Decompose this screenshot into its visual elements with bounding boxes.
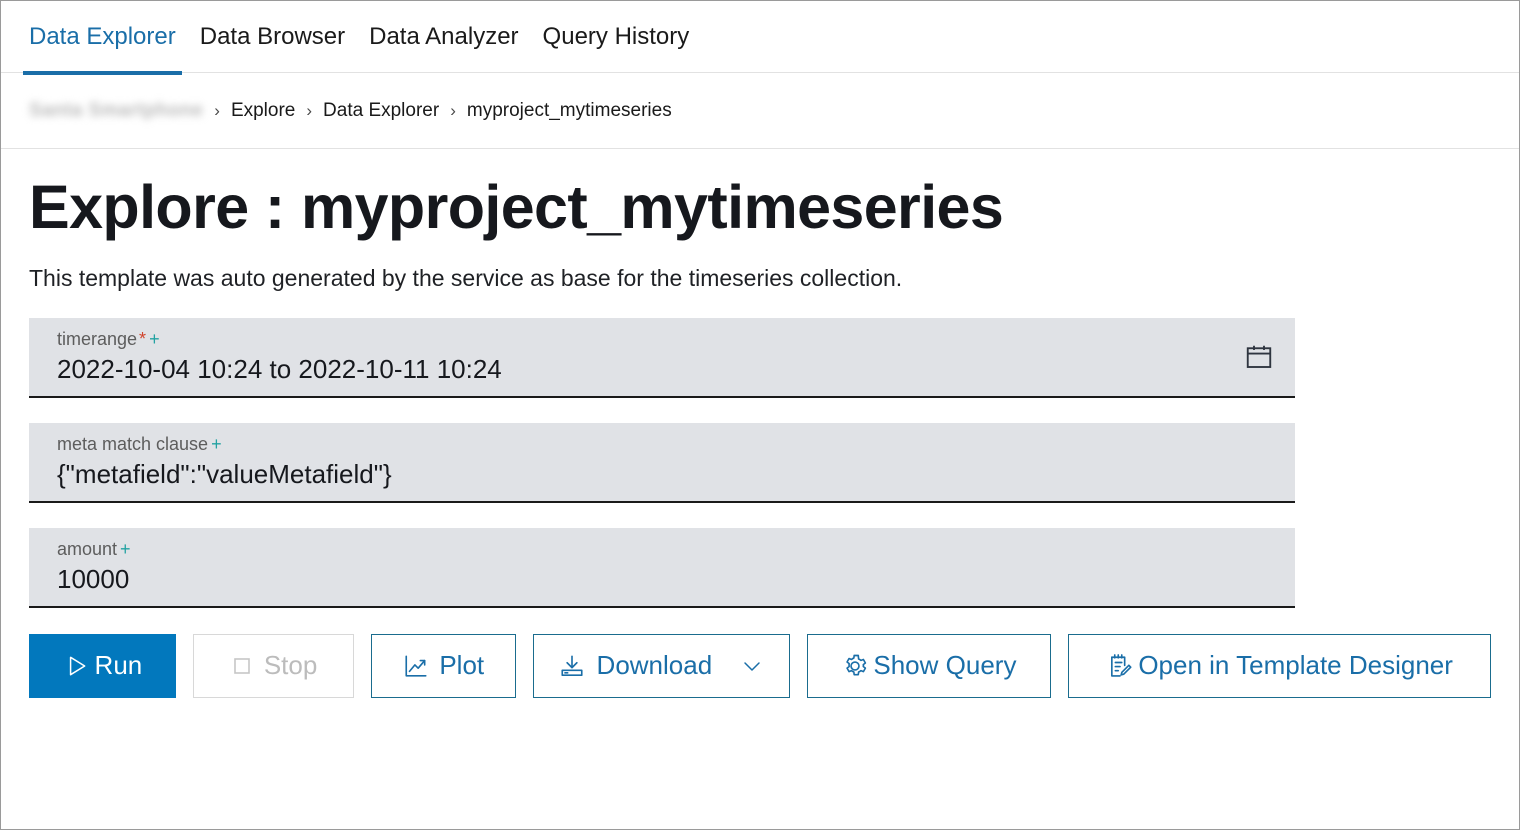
play-icon bbox=[63, 653, 89, 679]
breadcrumb-separator: › bbox=[214, 101, 220, 121]
tab-data-explorer[interactable]: Data Explorer bbox=[29, 1, 176, 49]
tab-query-history[interactable]: Query History bbox=[543, 1, 690, 49]
breadcrumb: Santa Smartphone › Explore › Data Explor… bbox=[1, 73, 1519, 149]
parameter-form: timerange*+ 2022-10-04 10:24 to 2022-10-… bbox=[29, 318, 1491, 608]
page-subtitle: This template was auto generated by the … bbox=[29, 265, 1491, 292]
tab-data-analyzer[interactable]: Data Analyzer bbox=[369, 1, 518, 49]
breadcrumb-separator: › bbox=[306, 101, 312, 121]
field-value-amount[interactable]: 10000 bbox=[57, 564, 1279, 595]
field-meta-match-clause[interactable]: meta match clause+ {"metafield":"valueMe… bbox=[29, 423, 1295, 503]
field-label-text: timerange bbox=[57, 329, 137, 349]
add-parameter-icon[interactable]: + bbox=[208, 434, 222, 454]
field-label-text: amount bbox=[57, 539, 117, 559]
add-parameter-icon[interactable]: + bbox=[146, 329, 160, 349]
stop-square-icon bbox=[230, 654, 254, 678]
action-button-row: Run Stop Plot bbox=[29, 634, 1491, 698]
tab-label: Data Analyzer bbox=[369, 23, 518, 50]
plot-button[interactable]: Plot bbox=[371, 634, 516, 698]
notepad-pencil-icon bbox=[1106, 652, 1134, 680]
download-icon bbox=[559, 653, 585, 679]
line-chart-icon bbox=[403, 653, 429, 679]
app-window: Data Explorer Data Browser Data Analyzer… bbox=[0, 0, 1520, 830]
breadcrumb-item-collection[interactable]: myproject_mytimeseries bbox=[467, 100, 672, 122]
breadcrumb-item-project[interactable]: Santa Smartphone bbox=[29, 100, 203, 122]
stop-button[interactable]: Stop bbox=[193, 634, 355, 698]
field-label-meta-match-clause: meta match clause+ bbox=[57, 435, 1279, 455]
tab-data-browser[interactable]: Data Browser bbox=[200, 1, 345, 49]
open-template-designer-button[interactable]: Open in Template Designer bbox=[1068, 634, 1491, 698]
tab-label: Data Browser bbox=[200, 23, 345, 50]
field-value-timerange[interactable]: 2022-10-04 10:24 to 2022-10-11 10:24 bbox=[57, 354, 1279, 385]
show-query-button[interactable]: Show Query bbox=[807, 634, 1052, 698]
stop-button-label: Stop bbox=[264, 652, 318, 678]
calendar-icon[interactable] bbox=[1241, 339, 1277, 375]
page-title: Explore : myproject_mytimeseries bbox=[29, 175, 1491, 239]
chevron-down-icon[interactable] bbox=[740, 654, 764, 678]
tab-label: Data Explorer bbox=[29, 23, 176, 50]
run-button[interactable]: Run bbox=[29, 634, 176, 698]
breadcrumb-item-data-explorer[interactable]: Data Explorer bbox=[323, 100, 439, 122]
field-timerange[interactable]: timerange*+ 2022-10-04 10:24 to 2022-10-… bbox=[29, 318, 1295, 398]
show-query-button-label: Show Query bbox=[873, 652, 1016, 678]
gear-icon bbox=[841, 652, 869, 680]
add-parameter-icon[interactable]: + bbox=[117, 539, 131, 559]
tab-label: Query History bbox=[543, 23, 690, 50]
download-button-label: Download bbox=[597, 652, 713, 678]
run-button-label: Run bbox=[95, 652, 143, 678]
breadcrumb-item-explore[interactable]: Explore bbox=[231, 100, 295, 122]
breadcrumb-separator: › bbox=[450, 101, 456, 121]
download-button[interactable]: Download bbox=[533, 634, 789, 698]
field-label-text: meta match clause bbox=[57, 434, 208, 454]
open-template-designer-button-label: Open in Template Designer bbox=[1138, 652, 1453, 678]
field-amount[interactable]: amount+ 10000 bbox=[29, 528, 1295, 608]
field-label-timerange: timerange*+ bbox=[57, 330, 1279, 350]
field-value-meta-match-clause[interactable]: {"metafield":"valueMetafield"} bbox=[57, 459, 1279, 490]
main-content: Explore : myproject_mytimeseries This te… bbox=[1, 149, 1519, 698]
field-label-amount: amount+ bbox=[57, 540, 1279, 560]
plot-button-label: Plot bbox=[439, 652, 484, 678]
required-asterisk: * bbox=[137, 329, 146, 349]
main-tab-bar: Data Explorer Data Browser Data Analyzer… bbox=[1, 1, 1519, 73]
